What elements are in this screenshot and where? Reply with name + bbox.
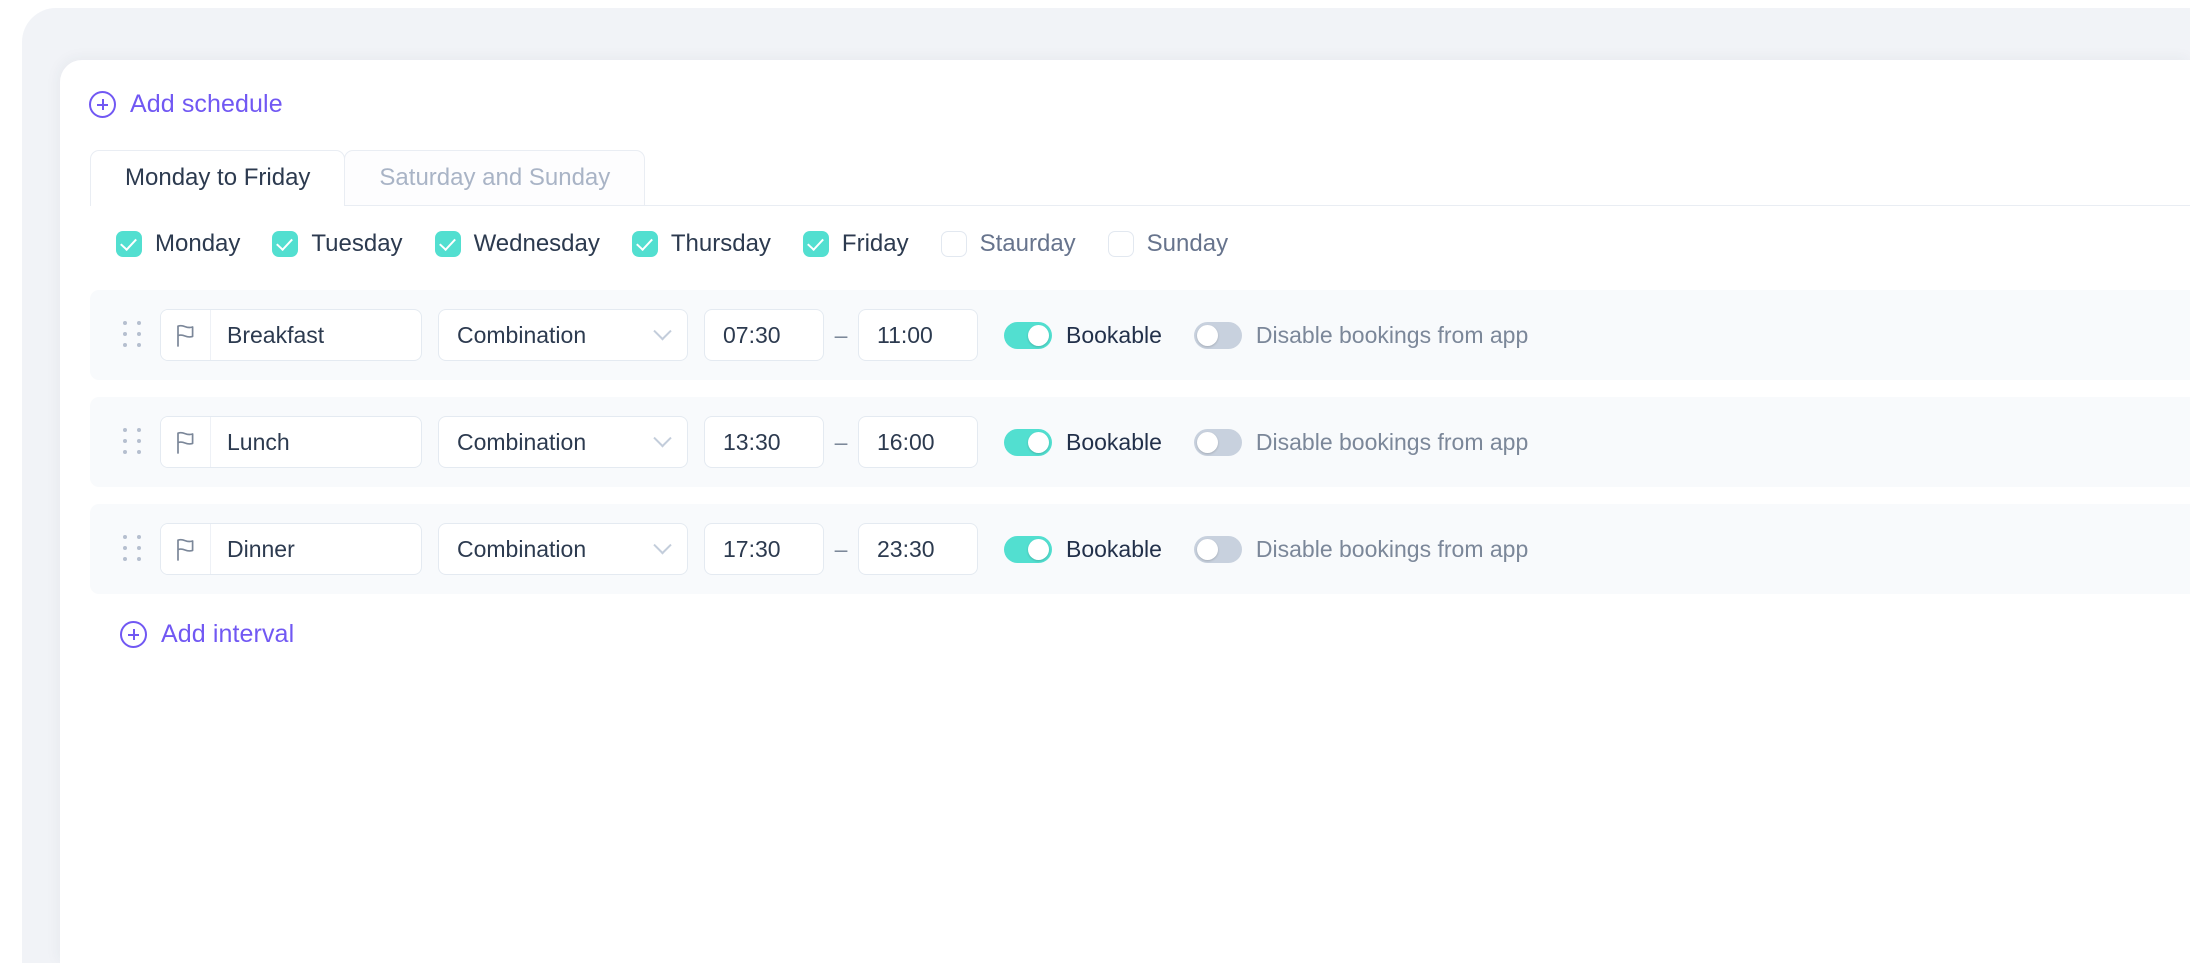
flag-icon[interactable]	[161, 417, 211, 467]
day-checkbox-friday[interactable]: Friday	[802, 230, 909, 258]
flag-icon[interactable]	[161, 524, 211, 574]
time-range-separator: –	[834, 428, 848, 455]
bookable-toggle[interactable]	[1004, 428, 1052, 456]
disable-bookings-label: Disable bookings from app	[1255, 535, 1529, 562]
interval-name-group	[160, 416, 422, 468]
day-checkbox-monday[interactable]: Monday	[116, 230, 240, 258]
checkbox-checked-icon	[434, 231, 461, 257]
interval-list: Combination – Bookable Disable bookings …	[90, 290, 2190, 611]
interval-start-time-input[interactable]	[723, 428, 805, 456]
disable-bookings-toggle[interactable]	[1193, 428, 1242, 456]
disable-bookings-toggle[interactable]	[1193, 321, 1242, 349]
interval-name-input[interactable]	[211, 524, 421, 574]
disable-bookings-label: Disable bookings from app	[1255, 428, 1529, 455]
schedule-settings-screen: Add schedule Monday to Friday Saturday a…	[0, 0, 2190, 963]
add-interval-button[interactable]: Add interval	[120, 620, 294, 649]
bookable-toggle-group: Bookable	[1004, 321, 1162, 349]
flag-icon[interactable]	[161, 310, 211, 360]
disable-bookings-toggle-group: Disable bookings from app	[1193, 535, 1529, 563]
plus-circle-icon	[120, 621, 147, 648]
bookable-toggle-group: Bookable	[1004, 535, 1162, 563]
schedule-card: Add schedule Monday to Friday Saturday a…	[60, 60, 2190, 963]
day-checkbox-thursday[interactable]: Thursday	[631, 230, 771, 258]
interval-name-group	[160, 309, 422, 361]
add-schedule-label: Add schedule	[130, 90, 283, 118]
interval-name-input[interactable]	[211, 417, 421, 467]
day-label: Staurday	[979, 230, 1076, 257]
bookable-label: Bookable	[1066, 428, 1162, 455]
chevron-down-icon	[653, 321, 672, 340]
time-range-separator: –	[834, 321, 848, 348]
day-checkbox-group: Monday Tuesday Wednesday Thursday Friday	[116, 230, 1228, 258]
day-checkbox-saturday[interactable]: Staurday	[940, 230, 1076, 258]
checkbox-checked-icon	[802, 231, 829, 257]
bookable-toggle[interactable]	[1004, 321, 1052, 349]
interval-start-time-input[interactable]	[723, 321, 805, 349]
interval-start-time-field[interactable]	[704, 309, 824, 361]
disable-bookings-toggle-group: Disable bookings from app	[1193, 428, 1529, 456]
interval-end-time-field[interactable]	[858, 309, 978, 361]
bookable-toggle-group: Bookable	[1004, 428, 1162, 456]
schedule-tabs: Monday to Friday Saturday and Sunday	[90, 150, 2190, 206]
tab-label: Monday to Friday	[125, 164, 311, 191]
interval-type-select[interactable]: Combination	[438, 309, 688, 361]
drag-handle-icon[interactable]	[120, 534, 146, 564]
day-checkbox-sunday[interactable]: Sunday	[1107, 230, 1229, 258]
add-schedule-button[interactable]: Add schedule	[89, 90, 283, 119]
bookable-label: Bookable	[1066, 535, 1162, 562]
interval-end-time-field[interactable]	[858, 416, 978, 468]
interval-type-select[interactable]: Combination	[438, 523, 688, 575]
day-label: Wednesday	[473, 230, 600, 257]
tab-saturday-and-sunday[interactable]: Saturday and Sunday	[344, 150, 646, 205]
interval-type-value: Combination	[457, 321, 587, 348]
disable-bookings-label: Disable bookings from app	[1255, 321, 1529, 348]
checkbox-unchecked-icon	[940, 231, 967, 257]
tab-filler	[645, 150, 2190, 206]
chevron-down-icon	[653, 535, 672, 554]
drag-handle-icon[interactable]	[120, 427, 146, 457]
day-label: Friday	[841, 230, 909, 257]
interval-start-time-field[interactable]	[704, 416, 824, 468]
interval-row: Combination – Bookable Disable bookings …	[90, 397, 2190, 487]
interval-type-value: Combination	[457, 428, 587, 455]
bookable-label: Bookable	[1066, 321, 1162, 348]
time-range-separator: –	[834, 535, 848, 562]
interval-name-group	[160, 523, 422, 575]
interval-end-time-input[interactable]	[877, 535, 959, 563]
checkbox-checked-icon	[272, 231, 299, 257]
tab-label: Saturday and Sunday	[379, 164, 611, 191]
day-label: Thursday	[670, 230, 771, 257]
tab-monday-to-friday[interactable]: Monday to Friday	[90, 150, 346, 206]
interval-end-time-field[interactable]	[858, 523, 978, 575]
interval-type-value: Combination	[457, 535, 587, 562]
day-label: Sunday	[1146, 230, 1229, 257]
day-checkbox-tuesday[interactable]: Tuesday	[272, 230, 403, 258]
disable-bookings-toggle[interactable]	[1193, 535, 1242, 563]
interval-end-time-input[interactable]	[877, 428, 959, 456]
day-label: Tuesday	[311, 230, 403, 257]
drag-handle-icon[interactable]	[120, 320, 146, 350]
plus-circle-icon	[89, 91, 116, 118]
interval-start-time-field[interactable]	[704, 523, 824, 575]
checkbox-checked-icon	[116, 231, 142, 257]
interval-end-time-input[interactable]	[877, 321, 959, 349]
disable-bookings-toggle-group: Disable bookings from app	[1193, 321, 1529, 349]
bookable-toggle[interactable]	[1004, 535, 1052, 563]
interval-type-select[interactable]: Combination	[438, 416, 688, 468]
interval-row: Combination – Bookable Disable bookings …	[90, 290, 2190, 380]
interval-row: Combination – Bookable Disable bookings …	[90, 504, 2190, 594]
day-checkbox-wednesday[interactable]: Wednesday	[434, 230, 600, 258]
chevron-down-icon	[653, 428, 672, 447]
day-label: Monday	[155, 230, 241, 257]
checkbox-checked-icon	[631, 231, 658, 257]
add-interval-label: Add interval	[161, 620, 295, 648]
interval-name-input[interactable]	[211, 310, 421, 360]
checkbox-unchecked-icon	[1107, 231, 1134, 257]
interval-start-time-input[interactable]	[723, 535, 805, 563]
